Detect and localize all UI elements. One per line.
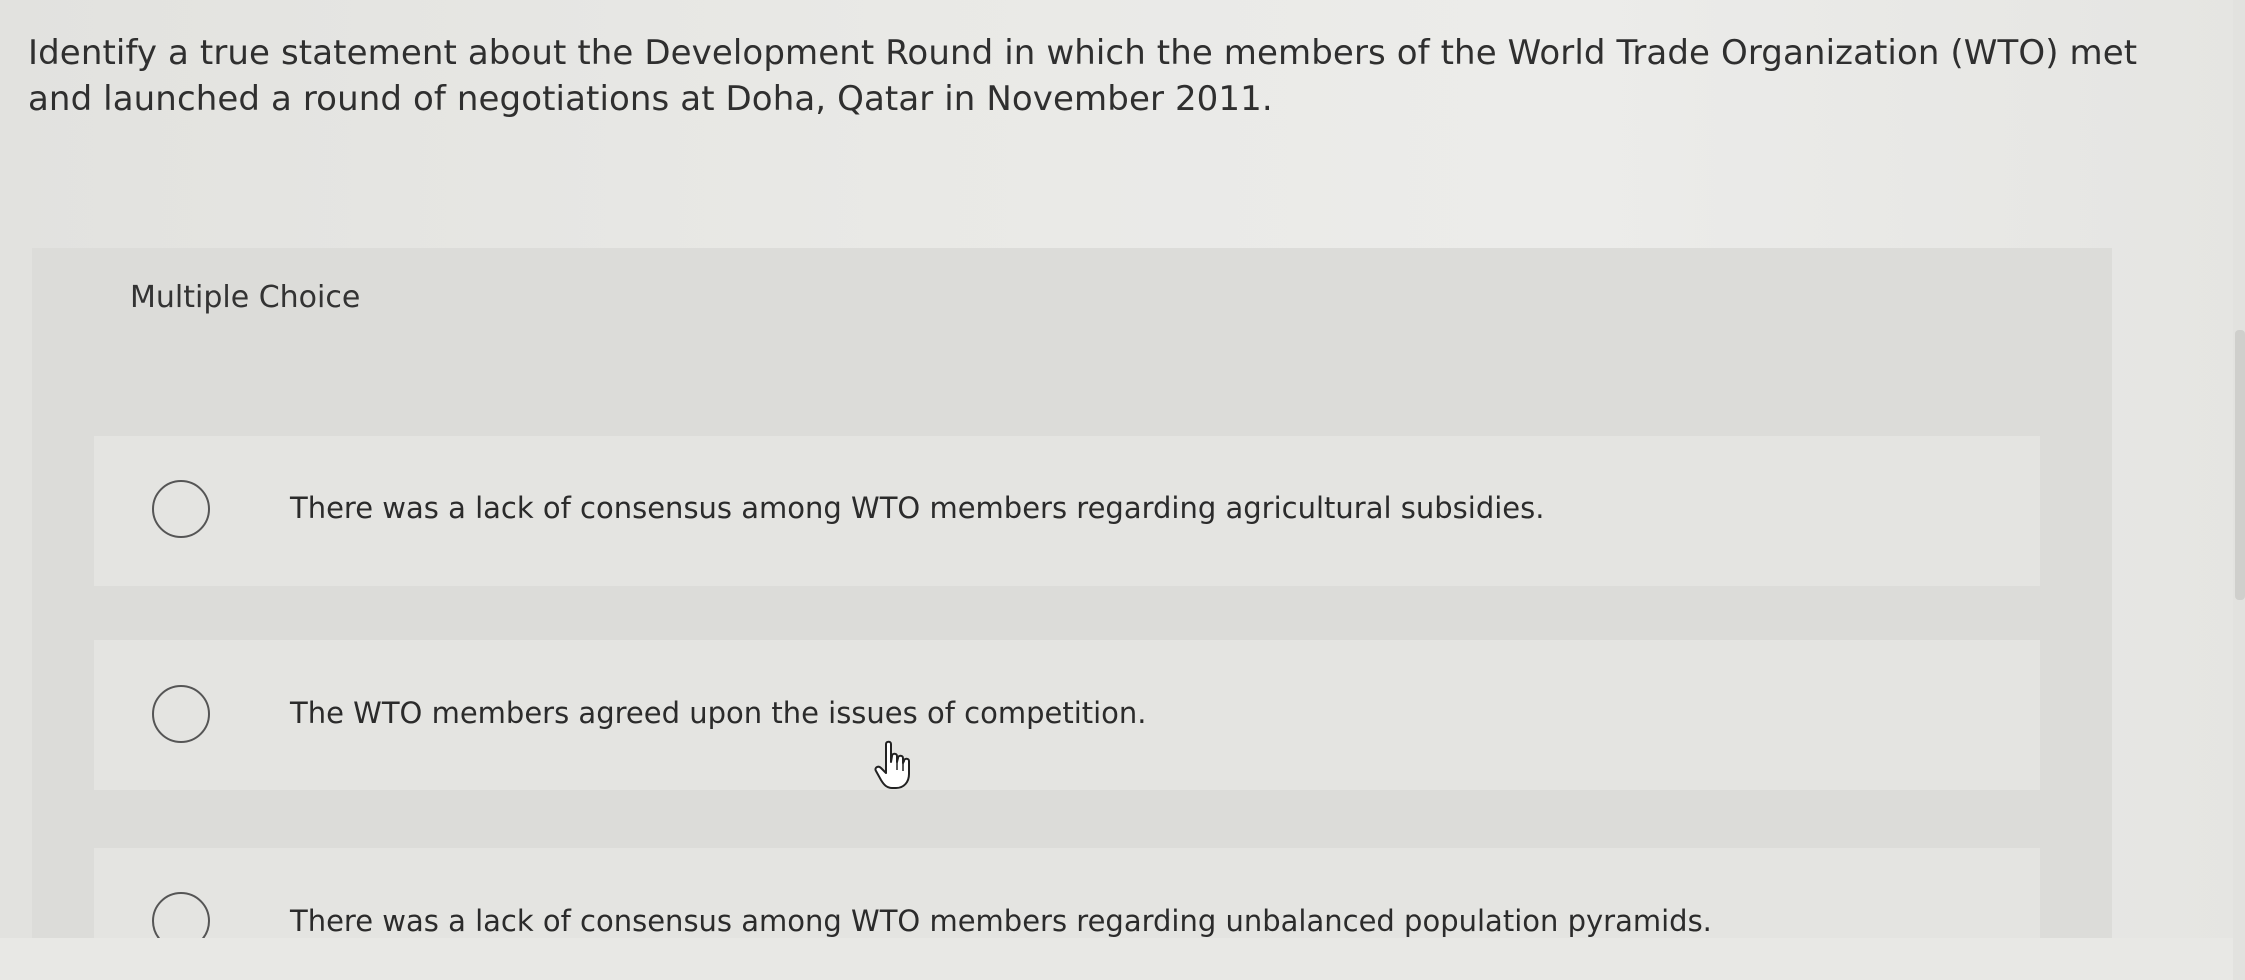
- bottom-strip: [0, 938, 2245, 980]
- hand-pointer-icon: [874, 740, 910, 789]
- choice-option-2-label: The WTO members agreed upon the issues o…: [290, 696, 1147, 730]
- choice-option-2[interactable]: The WTO members agreed upon the issues o…: [94, 640, 2040, 790]
- choice-option-1-label: There was a lack of consensus among WTO …: [290, 491, 1545, 525]
- vertical-scrollbar[interactable]: [2233, 0, 2245, 980]
- choice-option-1[interactable]: There was a lack of consensus among WTO …: [94, 436, 2040, 586]
- choice-option-3[interactable]: There was a lack of consensus among WTO …: [94, 848, 2040, 938]
- scrollbar-thumb[interactable]: [2235, 330, 2245, 600]
- multiple-choice-panel: Multiple Choice There was a lack of cons…: [32, 248, 2112, 938]
- question-text: Identify a true statement about the Deve…: [28, 33, 2138, 119]
- multiple-choice-header: Multiple Choice: [130, 280, 361, 315]
- radio-button-2[interactable]: [152, 685, 210, 743]
- radio-button-3[interactable]: [152, 892, 210, 938]
- page-background: Identify a true statement about the Deve…: [0, 0, 2245, 980]
- choice-option-3-label: There was a lack of consensus among WTO …: [290, 904, 1712, 938]
- radio-button-1[interactable]: [152, 480, 210, 538]
